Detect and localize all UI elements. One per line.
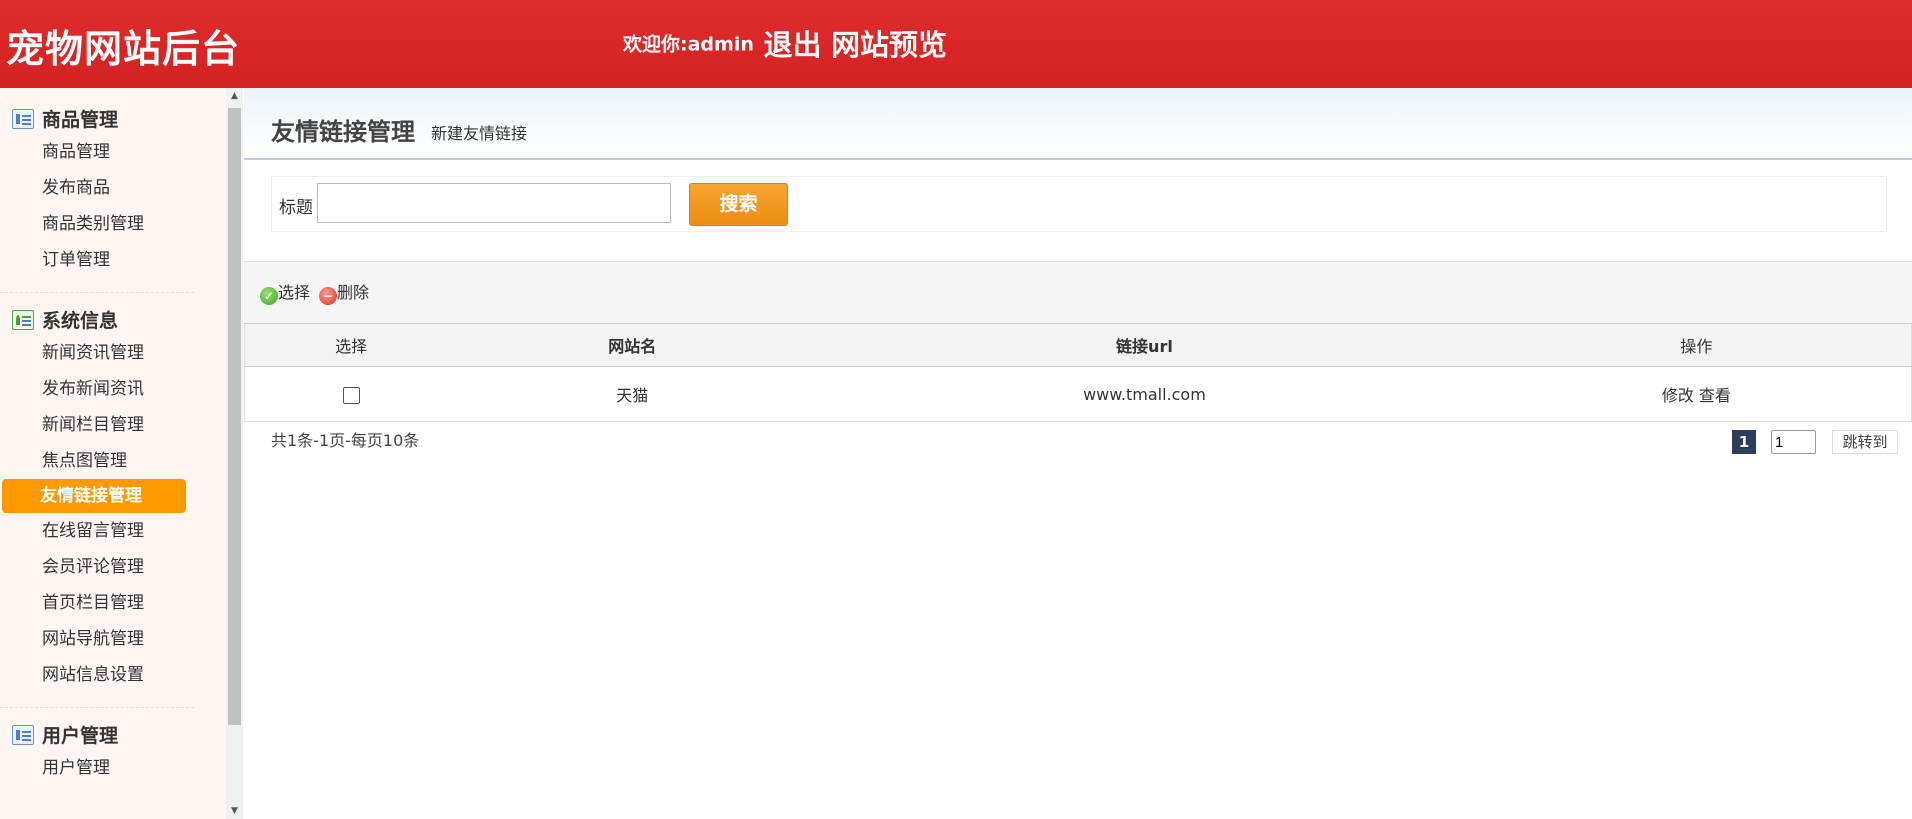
site-title: 宠物网站后台 [6, 27, 241, 71]
column-header-actions: 操作 [1481, 324, 1912, 367]
top-header: 宠物网站后台 欢迎你:admin 退出 网站预览 [0, 0, 1912, 88]
sidebar-item-user-manage[interactable]: 用户管理 [0, 750, 226, 786]
site-preview-link[interactable]: 网站预览 [831, 28, 947, 62]
column-header-url: 链接url [807, 324, 1482, 367]
sidebar-group-system: 系统信息 新闻资讯管理 发布新闻资讯 新闻栏目管理 焦点图管理 友情链接管理 在… [0, 307, 226, 693]
pagination: 1 跳转到 [1728, 430, 1898, 456]
select-all-button[interactable]: ✓ 选择 [260, 279, 310, 305]
sidebar-item-orders[interactable]: 订单管理 [0, 242, 226, 278]
table-row: 天猫 www.tmall.com 修改 查看 [244, 366, 1912, 422]
main-content: 友情链接管理 新建友情链接 标题 搜索 ✓ 选择 − 删除 选择 网站名 链接url… [244, 88, 1912, 819]
title-search-input[interactable] [317, 183, 671, 223]
delete-button[interactable]: − 删除 [319, 279, 369, 305]
search-label: 标题 [279, 198, 313, 218]
sidebar-item-news-column[interactable]: 新闻栏目管理 [0, 407, 226, 443]
column-header-select: 选择 [244, 324, 458, 367]
sidebar-item-comments[interactable]: 会员评论管理 [0, 549, 226, 585]
header-links: 欢迎你:admin 退出 网站预览 [623, 22, 947, 64]
welcome-text: 欢迎你:admin [623, 33, 754, 56]
sidebar-item-focus-image[interactable]: 焦点图管理 [0, 443, 226, 479]
search-button[interactable]: 搜索 [689, 183, 788, 226]
list-icon [12, 109, 34, 129]
current-page-number[interactable]: 1 [1732, 430, 1756, 454]
check-circle-icon: ✓ [260, 287, 278, 305]
row-select-cell [244, 366, 458, 422]
sidebar-item-home-columns[interactable]: 首页栏目管理 [0, 585, 226, 621]
actions-cell: 修改 查看 [1481, 366, 1912, 422]
page-title: 友情链接管理 [271, 118, 415, 146]
sidebar-group-users: 用户管理 用户管理 [0, 722, 226, 786]
url-cell: www.tmall.com [807, 366, 1482, 422]
column-header-site-name: 网站名 [457, 324, 808, 367]
sidebar-scrollbar[interactable]: ▲ ▼ [226, 88, 243, 819]
system-info-icon [12, 310, 34, 330]
sidebar-item-navigation[interactable]: 网站导航管理 [0, 621, 226, 657]
sidebar-item-site-settings[interactable]: 网站信息设置 [0, 657, 226, 693]
sidebar-group-title[interactable]: 系统信息 [0, 307, 226, 335]
minus-circle-icon: − [319, 287, 337, 305]
sidebar-item-publish-product[interactable]: 发布商品 [0, 170, 226, 206]
jump-to-page-button[interactable]: 跳转到 [1832, 430, 1898, 454]
row-checkbox[interactable] [342, 386, 360, 404]
sidebar-item-product-manage[interactable]: 商品管理 [0, 134, 226, 170]
table-header-row: 选择 网站名 链接url 操作 [244, 324, 1912, 367]
sidebar: 商品管理 商品管理 发布商品 商品类别管理 订单管理 系统信息 新闻资讯管理 发… [0, 88, 226, 819]
view-link[interactable]: 查看 [1699, 386, 1731, 405]
sidebar-item-news-manage[interactable]: 新闻资讯管理 [0, 335, 226, 371]
sidebar-group-title[interactable]: 商品管理 [0, 106, 226, 134]
site-name-cell: 天猫 [457, 366, 808, 422]
sidebar-divider [0, 707, 194, 708]
table-toolbar: ✓ 选择 − 删除 [244, 261, 1912, 324]
pagination-info: 共1条-1页-每页10条 [271, 431, 420, 450]
list-icon [12, 725, 34, 745]
scroll-up-arrow-icon[interactable]: ▲ [226, 88, 243, 104]
sidebar-group-title[interactable]: 用户管理 [0, 722, 226, 750]
edit-link[interactable]: 修改 [1662, 386, 1694, 405]
logout-link[interactable]: 退出 [763, 28, 821, 62]
sidebar-group-products: 商品管理 商品管理 发布商品 商品类别管理 订单管理 [0, 106, 226, 278]
page-header: 友情链接管理 新建友情链接 [244, 88, 1912, 160]
new-friend-link-link[interactable]: 新建友情链接 [431, 120, 527, 144]
scroll-thumb[interactable] [228, 108, 241, 725]
sidebar-divider [0, 292, 194, 293]
sidebar-item-publish-news[interactable]: 发布新闻资讯 [0, 371, 226, 407]
sidebar-item-friend-links[interactable]: 友情链接管理 [2, 479, 186, 513]
sidebar-item-product-category[interactable]: 商品类别管理 [0, 206, 226, 242]
sidebar-item-messages[interactable]: 在线留言管理 [0, 513, 226, 549]
search-panel: 标题 搜索 [271, 176, 1887, 232]
scroll-down-arrow-icon[interactable]: ▼ [226, 803, 243, 819]
friend-links-table: 选择 网站名 链接url 操作 天猫 www.tmall.com 修改 查看 [244, 324, 1912, 422]
page-number-input[interactable] [1771, 430, 1816, 454]
